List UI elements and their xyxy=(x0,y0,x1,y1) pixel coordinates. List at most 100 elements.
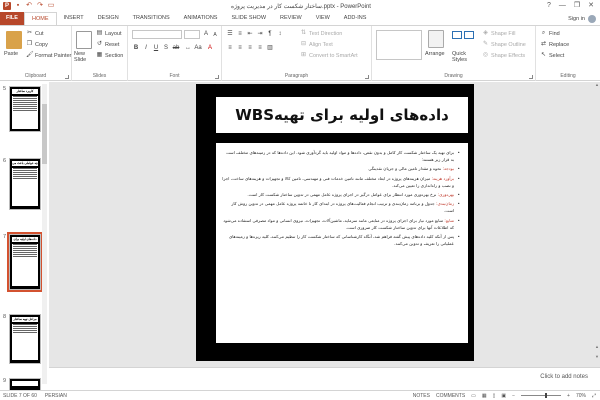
scroll-up-icon[interactable]: ▲ xyxy=(594,82,600,87)
tab-review[interactable]: REVIEW xyxy=(273,12,309,25)
tab-transitions[interactable]: TRANSITIONS xyxy=(126,12,177,25)
new-slide-icon[interactable] xyxy=(76,31,92,49)
tab-slide-show[interactable]: SLIDE SHOW xyxy=(224,12,273,25)
shape-effects-button[interactable]: ◎ Shape Effects xyxy=(482,52,525,59)
grow-font-icon[interactable]: A xyxy=(202,30,210,38)
slide-thumbnail[interactable]: کاربرد ساختار شکست کار xyxy=(9,86,41,132)
slide-thumbnail[interactable]: چه عواملی باعث می شود xyxy=(9,158,41,210)
align-right-icon[interactable]: ≡ xyxy=(246,44,254,52)
thumbnails-scrollbar[interactable] xyxy=(42,84,47,384)
editor-scrollbar[interactable]: ▲ ▲ ▼ xyxy=(594,82,600,366)
tab-design[interactable]: DESIGN xyxy=(91,12,126,25)
zoom-out-icon[interactable]: − xyxy=(512,393,515,399)
tab-insert[interactable]: INSERT xyxy=(57,12,91,25)
scrollbar-thumb[interactable] xyxy=(42,104,47,164)
comments-toggle[interactable]: COMMENTS xyxy=(436,393,465,399)
font-color-icon[interactable]: A xyxy=(206,44,214,52)
slide-thumbnail[interactable] xyxy=(9,378,41,390)
justify-icon[interactable]: ≡ xyxy=(256,44,264,52)
undo-icon[interactable]: ↶ xyxy=(25,2,33,10)
quick-styles-swatches[interactable] xyxy=(452,31,474,39)
tab-home[interactable]: HOME xyxy=(24,12,57,25)
clipboard-launcher-icon[interactable] xyxy=(65,75,69,79)
next-slide-icon[interactable]: ▼ xyxy=(594,354,600,359)
notes-toggle[interactable]: NOTES xyxy=(413,393,430,399)
cut-button[interactable]: ✂ Cut xyxy=(26,30,44,37)
font-size-box[interactable] xyxy=(184,30,200,39)
notes-pane[interactable]: Click to add notes xyxy=(49,367,600,390)
slide-content-placeholder[interactable]: برای تهیه یک ساختار شکست کار کامل و بدون… xyxy=(216,143,468,343)
columns-icon[interactable]: ▥ xyxy=(266,44,274,52)
text-direction-button[interactable]: ⇅ Text Direction xyxy=(300,30,342,37)
powerpoint-app-icon[interactable]: P xyxy=(3,2,11,10)
fit-slide-icon[interactable]: ⤢ xyxy=(592,393,596,399)
normal-view-icon[interactable]: ▭ xyxy=(471,393,476,399)
quick-styles-button[interactable]: Quick Styles xyxy=(452,51,474,63)
zoom-slider[interactable] xyxy=(521,393,562,398)
tab-animations[interactable]: ANIMATIONS xyxy=(177,12,225,25)
paste-icon[interactable] xyxy=(6,31,22,49)
numbering-icon[interactable]: ≡ xyxy=(236,30,244,38)
zoom-in-icon[interactable]: + xyxy=(567,393,570,399)
restore-button[interactable]: ❐ xyxy=(574,0,580,12)
reading-view-icon[interactable]: ▯ xyxy=(493,393,496,399)
sign-in-link[interactable]: Sign in xyxy=(568,16,585,22)
align-text-button[interactable]: ⊟ Align Text xyxy=(300,41,333,48)
redo-icon[interactable]: ↷ xyxy=(36,2,44,10)
quick-style-swatch[interactable] xyxy=(452,31,462,39)
user-account[interactable]: Sign in xyxy=(568,12,600,25)
rtl-icon[interactable]: ¶ xyxy=(266,30,274,38)
save-icon[interactable]: ▪ xyxy=(14,2,22,10)
line-spacing-icon[interactable]: ↕ xyxy=(276,30,284,38)
slide-thumbnail[interactable]: مراحل تهیه ساختار شکست کار xyxy=(9,314,41,364)
increase-indent-icon[interactable]: ⇥ xyxy=(256,30,264,38)
close-button[interactable]: ✕ xyxy=(588,0,594,12)
notes-placeholder[interactable]: Click to add notes xyxy=(540,374,588,380)
zoom-slider-knob[interactable] xyxy=(545,393,548,398)
underline-icon[interactable]: U xyxy=(152,44,160,52)
italic-icon[interactable]: I xyxy=(142,44,150,52)
align-center-icon[interactable]: ≡ xyxy=(236,44,244,52)
reset-button[interactable]: ↺ Reset xyxy=(96,41,119,48)
arrange-button[interactable]: Arrange xyxy=(425,51,445,57)
slide-thumbnail-selected[interactable]: داده‌های اولیه برای تهیه WBS xyxy=(7,232,43,292)
tab-view[interactable]: VIEW xyxy=(309,12,337,25)
decrease-indent-icon[interactable]: ⇤ xyxy=(246,30,254,38)
find-button[interactable]: ⌕ Find xyxy=(540,30,560,37)
align-left-icon[interactable]: ≡ xyxy=(226,44,234,52)
copy-button[interactable]: ❐ Copy xyxy=(26,41,48,48)
format-painter-button[interactable]: 🖌 Format Painter xyxy=(26,52,71,59)
font-launcher-icon[interactable] xyxy=(215,75,219,79)
strikethrough-icon[interactable]: ab xyxy=(172,44,180,52)
bullets-icon[interactable]: ☰ xyxy=(226,30,234,38)
new-slide-button[interactable]: New Slide xyxy=(74,51,96,63)
shadow-icon[interactable]: S xyxy=(162,44,170,52)
previous-slide-icon[interactable]: ▲ xyxy=(594,344,600,349)
change-case-icon[interactable]: Aa xyxy=(194,44,202,52)
character-spacing-icon[interactable]: ↔ xyxy=(184,44,192,52)
start-slideshow-icon[interactable]: ▭ xyxy=(47,2,55,10)
tab-add-ins[interactable]: ADD-INS xyxy=(337,12,374,25)
bold-icon[interactable]: B xyxy=(132,44,140,52)
quick-style-swatch[interactable] xyxy=(464,31,474,39)
current-slide[interactable]: داده‌های اولیه برای تهیهWBS برای تهیه یک… xyxy=(196,84,474,361)
drawing-launcher-icon[interactable] xyxy=(529,75,533,79)
tab-file[interactable]: FILE xyxy=(0,12,24,25)
slide-title-placeholder[interactable]: داده‌های اولیه برای تهیهWBS xyxy=(216,97,468,133)
convert-smartart-button[interactable]: ⊞ Convert to SmartArt xyxy=(300,52,358,59)
zoom-level[interactable]: 70% xyxy=(576,393,586,399)
shapes-gallery[interactable] xyxy=(376,30,422,60)
paste-button[interactable]: Paste xyxy=(4,51,18,57)
slide-sorter-icon[interactable]: ▦ xyxy=(482,393,487,399)
shape-fill-button[interactable]: ◈ Shape Fill xyxy=(482,30,515,37)
minimize-button[interactable]: — xyxy=(559,0,566,12)
layout-button[interactable]: ▤ Layout xyxy=(96,30,122,37)
font-name-box[interactable] xyxy=(132,30,182,39)
shape-outline-button[interactable]: ✎ Shape Outline xyxy=(482,41,526,48)
language-indicator[interactable]: PERSIAN xyxy=(45,393,67,399)
paragraph-launcher-icon[interactable] xyxy=(365,75,369,79)
help-button[interactable]: ? xyxy=(547,0,551,12)
avatar[interactable] xyxy=(588,14,596,23)
section-button[interactable]: ▦ Section xyxy=(96,52,124,59)
arrange-icon[interactable] xyxy=(428,30,444,48)
